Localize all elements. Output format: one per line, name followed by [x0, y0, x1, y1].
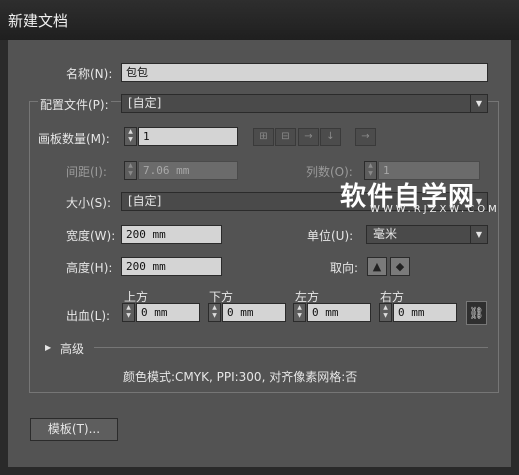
profile-select-value: [自定] — [128, 96, 162, 110]
window-title: 新建文档 — [8, 12, 69, 30]
bleed-bottom-input[interactable]: 0 mm — [222, 303, 286, 322]
height-input[interactable]: 200 mm — [121, 257, 222, 276]
chevron-down-icon: ▼ — [470, 226, 487, 243]
size-label: 大小(S): — [66, 196, 112, 210]
stepper-down-icon[interactable]: ▼ — [125, 136, 136, 144]
stepper-up-icon[interactable]: ▲ — [123, 304, 134, 312]
expand-triangle-icon[interactable]: ▶ — [45, 343, 51, 352]
advanced-separator — [94, 347, 488, 348]
name-input[interactable]: 包包 — [121, 63, 488, 82]
profile-select[interactable]: [自定] ▼ — [121, 94, 488, 113]
profile-label: 配置文件(P): — [38, 96, 111, 113]
units-select[interactable]: 毫米 ▼ — [366, 225, 488, 244]
spacing-input: 7.06 mm — [138, 161, 238, 180]
width-input[interactable]: 200 mm — [121, 225, 222, 244]
size-select-value: [自定] — [128, 194, 162, 208]
spacing-stepper: ▲ ▼ — [124, 161, 137, 180]
stepper-down-icon[interactable]: ▼ — [380, 312, 391, 320]
stepper-up-icon: ▲ — [368, 162, 373, 169]
bleed-top-stepper[interactable]: ▲ ▼ — [122, 303, 135, 322]
bleed-bottom-stepper[interactable]: ▲ ▼ — [208, 303, 221, 322]
right-to-left-icon[interactable]: → — [355, 128, 376, 146]
arrange-by-column-icon[interactable]: ↓ — [320, 128, 341, 146]
bleed-top-input[interactable]: 0 mm — [136, 303, 200, 322]
templates-button[interactable]: 模板(T)... — [30, 418, 118, 441]
width-label: 宽度(W): — [66, 229, 116, 243]
watermark-url: WWW.RJZXW.COM — [370, 204, 500, 215]
units-label: 单位(U): — [307, 229, 354, 243]
portrait-orientation-icon[interactable]: ▲ — [367, 257, 387, 276]
grid-by-row-icon[interactable]: ⊞ — [253, 128, 274, 146]
units-select-value: 毫米 — [373, 227, 398, 241]
stepper-up-icon[interactable]: ▲ — [209, 304, 220, 312]
advanced-toggle[interactable]: 高级 — [60, 340, 84, 357]
stepper-down-icon: ▼ — [128, 170, 133, 177]
title-bar[interactable] — [0, 0, 519, 40]
spacing-label: 间距(I): — [66, 165, 107, 179]
orientation-label: 取向: — [330, 261, 359, 275]
name-label: 名称(N): — [66, 67, 113, 81]
grid-by-column-icon[interactable]: ⊟ — [275, 128, 296, 146]
window-frame-bottom — [0, 467, 519, 475]
document-info-text: 颜色模式:CMYK, PPI:300, 对齐像素网格:否 — [123, 370, 358, 384]
window-frame-left — [0, 40, 8, 475]
link-icon[interactable]: ⛓ — [466, 301, 487, 325]
stepper-down-icon[interactable]: ▼ — [209, 312, 220, 320]
stepper-down-icon[interactable]: ▼ — [123, 312, 134, 320]
stepper-up-icon: ▲ — [128, 162, 133, 169]
window-frame-right — [511, 40, 519, 475]
chevron-down-icon: ▼ — [470, 95, 487, 112]
bleed-left-input[interactable]: 0 mm — [307, 303, 371, 322]
arrange-by-row-icon[interactable]: → — [298, 128, 319, 146]
landscape-orientation-icon[interactable]: ◆ — [390, 257, 410, 276]
stepper-up-icon[interactable]: ▲ — [380, 304, 391, 312]
bleed-label: 出血(L): — [66, 309, 111, 323]
stepper-down-icon[interactable]: ▼ — [294, 312, 305, 320]
artboards-input[interactable]: 1 — [138, 127, 238, 146]
artboards-stepper[interactable]: ▲ ▼ — [124, 127, 137, 146]
stepper-up-icon[interactable]: ▲ — [294, 304, 305, 312]
stepper-up-icon[interactable]: ▲ — [125, 128, 136, 136]
bleed-right-input[interactable]: 0 mm — [393, 303, 457, 322]
bleed-left-stepper[interactable]: ▲ ▼ — [293, 303, 306, 322]
height-label: 高度(H): — [66, 261, 113, 275]
bleed-right-stepper[interactable]: ▲ ▼ — [379, 303, 392, 322]
artboards-label: 画板数量(M): — [38, 132, 110, 146]
